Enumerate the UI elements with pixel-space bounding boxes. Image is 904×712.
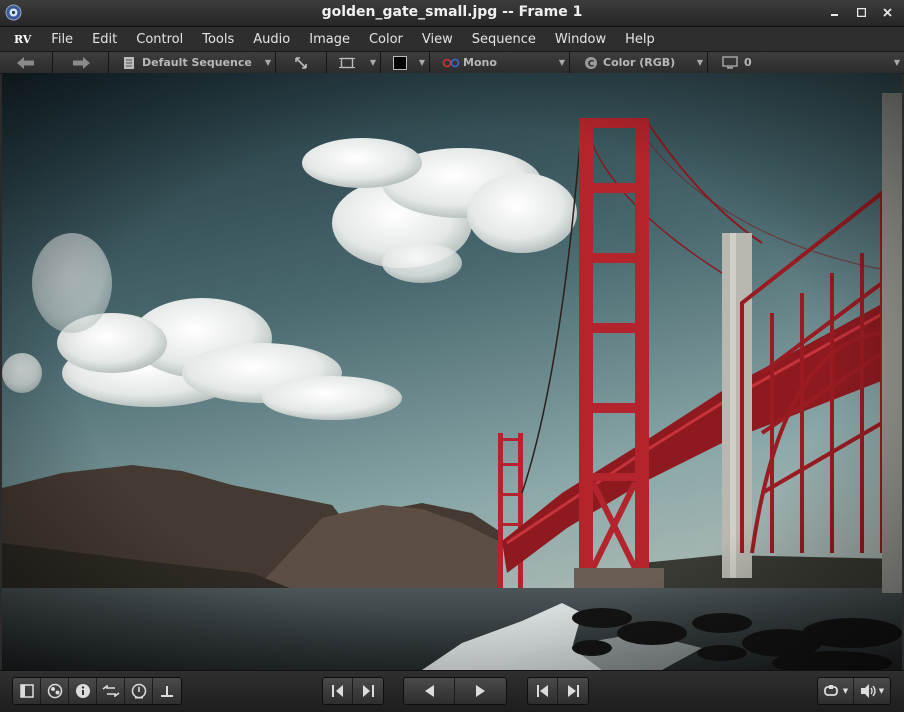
sequence-dropdown[interactable]: Default Sequence ▼: [109, 52, 276, 73]
wipe-button[interactable]: [97, 678, 125, 704]
monitor-icon: [722, 56, 738, 69]
stereo-label: Mono: [463, 56, 497, 69]
menu-file[interactable]: File: [51, 32, 73, 47]
color-wheel-icon: [47, 683, 62, 699]
stereo-dropdown[interactable]: Mono ▼: [430, 52, 570, 73]
display-dropdown[interactable]: 0 ▼: [708, 52, 904, 73]
skip-end-icon: [568, 685, 579, 697]
color-tools-button[interactable]: [41, 678, 69, 704]
menu-audio[interactable]: Audio: [253, 32, 290, 47]
window-title: golden_gate_small.jpg -- Frame 1: [321, 4, 583, 20]
black-swatch: [393, 55, 407, 70]
timer-icon: [131, 683, 146, 699]
chevron-down-icon: ▼: [418, 58, 425, 67]
minimize-icon[interactable]: [828, 4, 842, 20]
svg-text:C: C: [588, 59, 595, 69]
fit-button[interactable]: [276, 52, 327, 73]
play-forward-icon: [475, 685, 485, 697]
chevron-down-icon: ▼: [696, 58, 703, 67]
skip-to-start-button[interactable]: [528, 678, 558, 704]
chevron-down-icon: ▼: [369, 58, 376, 67]
chevron-down-icon: ▼: [842, 687, 849, 695]
menu-image[interactable]: Image: [309, 32, 350, 47]
back-button[interactable]: [0, 52, 53, 73]
skip-to-end-button[interactable]: [558, 678, 588, 704]
maximize-icon[interactable]: [854, 4, 868, 20]
play-forward-button[interactable]: [455, 678, 506, 704]
menu-window[interactable]: Window: [555, 32, 606, 47]
arrow-right-icon: [72, 56, 90, 69]
title-bar: golden_gate_small.jpg -- Frame 1: [0, 0, 904, 27]
chevron-down-icon: ▼: [878, 687, 885, 695]
timeline-button[interactable]: [125, 678, 153, 704]
menu-color[interactable]: Color: [369, 32, 403, 47]
info-icon: [75, 684, 90, 698]
background-color-dropdown[interactable]: ▼: [381, 52, 430, 73]
menu-view[interactable]: View: [422, 32, 453, 47]
chevron-down-icon: ▼: [558, 58, 565, 67]
menu-bar: RV File Edit Control Tools Audio Image C…: [0, 27, 904, 51]
color-mode-label: Color (RGB): [603, 56, 676, 69]
speaker-icon: [860, 684, 876, 698]
step-forward-button[interactable]: [353, 678, 383, 704]
display-label: 0: [744, 56, 752, 69]
image-viewport[interactable]: [2, 73, 902, 670]
frame-icon: [339, 57, 355, 68]
chevron-down-icon: ▼: [264, 58, 271, 67]
annotate-button[interactable]: [153, 678, 181, 704]
step-button-group: [322, 677, 384, 705]
play-button-group: [403, 677, 507, 705]
menu-edit[interactable]: Edit: [92, 32, 117, 47]
audio-button[interactable]: ▼: [854, 678, 890, 704]
session-manager-button[interactable]: [13, 678, 41, 704]
tools-button-group: [12, 677, 182, 705]
loop-mode-button[interactable]: ▼: [818, 678, 854, 704]
menu-control[interactable]: Control: [136, 32, 183, 47]
skip-start-icon: [536, 685, 548, 697]
close-icon[interactable]: [880, 4, 894, 20]
play-backward-button[interactable]: [404, 678, 455, 704]
stereo-glasses-icon: [442, 58, 460, 67]
step-forward-icon: [363, 685, 374, 697]
frame-button[interactable]: ▼: [327, 52, 381, 73]
session-manager-icon: [19, 684, 34, 698]
step-back-button[interactable]: [323, 678, 353, 704]
rv-logo: RV: [14, 32, 32, 46]
info-button[interactable]: [69, 678, 97, 704]
swap-arrows-icon: [102, 685, 119, 697]
step-back-icon: [331, 685, 343, 697]
menu-sequence[interactable]: Sequence: [472, 32, 536, 47]
baseline-icon: [161, 686, 173, 697]
bottom-bar: ▼ ▼: [0, 670, 904, 712]
expand-arrows-icon: [295, 56, 307, 69]
playback-options-group: ▼ ▼: [817, 677, 891, 705]
color-mode-dropdown[interactable]: C Color (RGB) ▼: [570, 52, 708, 73]
menu-help[interactable]: Help: [625, 32, 655, 47]
sequence-icon: [124, 56, 134, 69]
skip-button-group: [527, 677, 589, 705]
color-channel-icon: C: [585, 56, 597, 69]
chevron-down-icon: ▼: [893, 58, 900, 67]
sequence-label: Default Sequence: [142, 56, 252, 69]
loop-icon: [823, 685, 838, 696]
golden-gate-bridge-photo: [2, 73, 902, 670]
menu-tools[interactable]: Tools: [202, 32, 234, 47]
toolbar: Default Sequence ▼ ▼ ▼ Mono ▼ C Color (R…: [0, 51, 904, 74]
forward-button[interactable]: [53, 52, 109, 73]
arrow-left-icon: [17, 56, 34, 69]
play-backward-icon: [425, 685, 434, 697]
